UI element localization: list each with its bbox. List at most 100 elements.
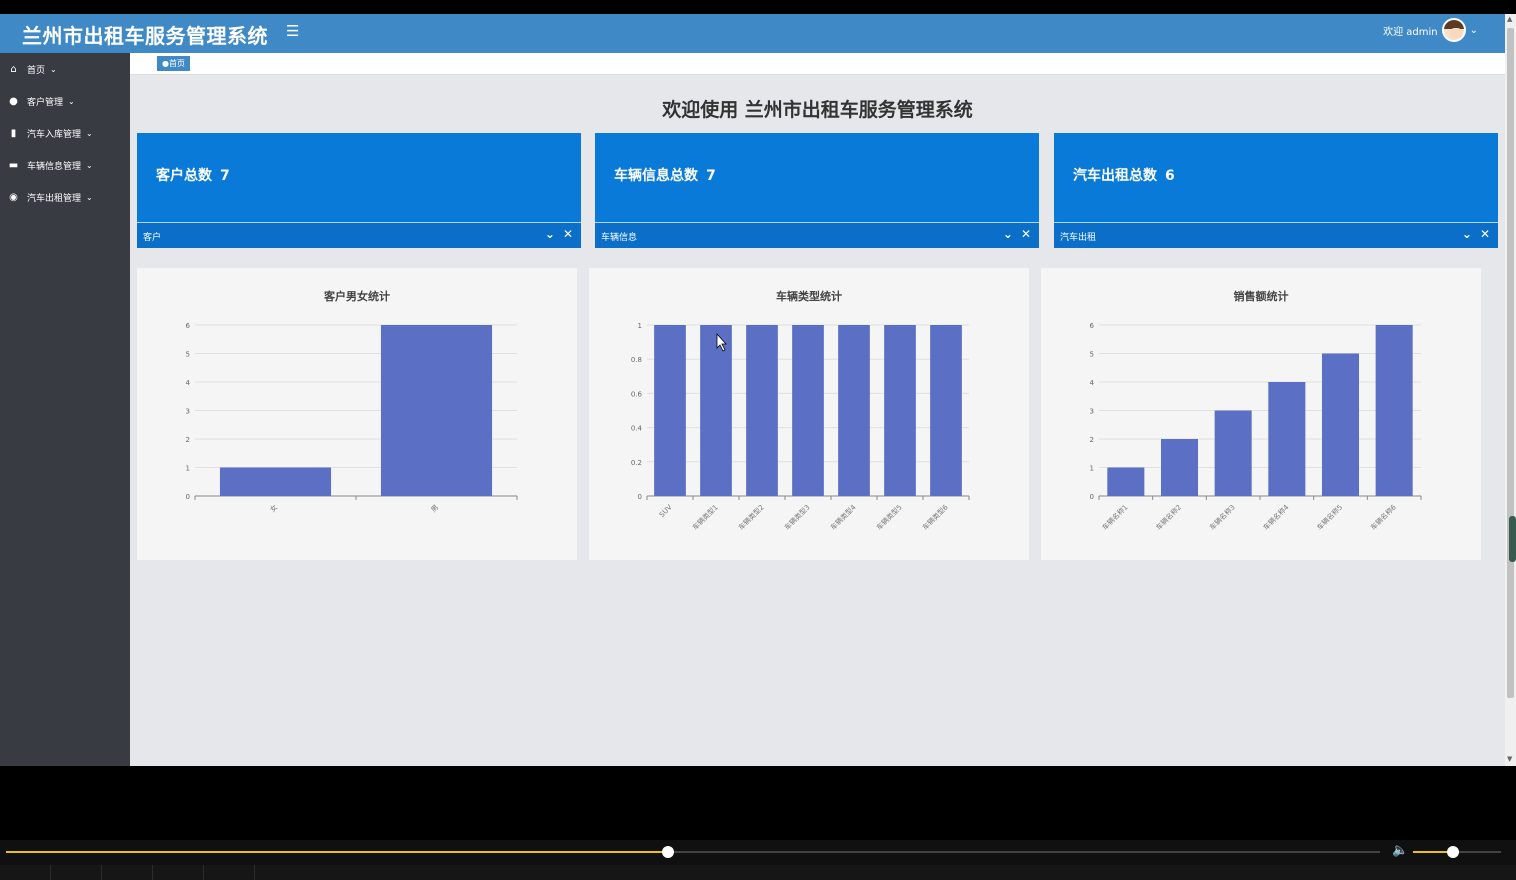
card-count: 车辆信息总数 7 [614, 168, 716, 184]
user-greeting: 欢迎 admin [1383, 26, 1438, 38]
sidebar-item-customers[interactable]: ● 客户管理 ⌄ [0, 85, 130, 117]
breadcrumb-home[interactable]: ●首页 [157, 56, 190, 71]
sidebar: ⌂ 首页 ⌄ ● 客户管理 ⌄ ▮ 汽车入库管理 ⌄ ▬ 车辆信息管理 ⌄ ◉ … [0, 53, 130, 766]
sidebar-item-label: 车辆信息管理 [27, 161, 82, 172]
chevron-down-icon: ⌄ [86, 128, 93, 138]
sidebar-item-home[interactable]: ⌂ 首页 ⌄ [0, 53, 130, 85]
cursor-icon [716, 332, 727, 352]
y-tick-label: 1 [1090, 465, 1094, 473]
id-card-icon: ▬ [8, 159, 19, 171]
scroll-down-icon[interactable]: ▼ [1507, 755, 1512, 763]
gender-chart: 0 1 2 3 4 5 6 女 男 [186, 322, 518, 514]
volume-icon[interactable]: 🔈 [1392, 843, 1408, 858]
chevron-down-icon[interactable]: ⌄ [1003, 227, 1013, 241]
side-handle[interactable] [1509, 516, 1516, 562]
chart-panel-gender: 客户男女统计 0123456女男 [137, 268, 577, 560]
app-window: 兰州市出租车服务管理系统 ☰ 欢迎 admin ⌄ ⌂ 首页 ⌄ ● 客户管理 … [0, 14, 1516, 766]
chevron-down-icon: ⌄ [86, 160, 93, 170]
seek-knob[interactable] [662, 846, 675, 858]
x-tick-label: 车辆名称3 [1208, 503, 1237, 532]
chevron-down-icon: ⌄ [1469, 24, 1478, 36]
close-icon[interactable]: ✕ [1480, 227, 1490, 241]
sidebar-item-label: 首页 [27, 65, 46, 76]
y-tick-label: 5 [1090, 351, 1094, 359]
chevron-down-icon: ⌄ [86, 192, 93, 202]
menu-icon[interactable]: ☰ [286, 23, 300, 39]
x-tick-label: 车辆名称4 [1261, 502, 1291, 532]
scroll-up-icon[interactable]: ▲ [1507, 15, 1512, 23]
y-tick-label: 3 [1090, 408, 1094, 416]
page-scrollbar[interactable]: ▲ ▼ [1505, 14, 1516, 766]
bar [380, 325, 493, 496]
x-tick-label: 男 [430, 503, 441, 514]
seek-bar[interactable] [6, 846, 1380, 858]
main-content: ●首页 欢迎使用 兰州市出租车服务管理系统 客户总数 7 客户 ⌄ ✕ 车辆信息总数… [130, 53, 1505, 766]
sidebar-item-vehicle-info[interactable]: ▬ 车辆信息管理 ⌄ [0, 149, 130, 181]
y-tick-label: 6 [1090, 322, 1095, 330]
x-tick-label: 车辆名称5 [1315, 503, 1344, 532]
sidebar-item-label: 汽车出租管理 [27, 193, 82, 204]
x-tick-label: 女 [268, 503, 279, 514]
y-tick-label: 1 [186, 465, 190, 473]
circle-icon: ◉ [9, 191, 18, 203]
user-icon: ● [9, 95, 18, 107]
x-tick-label: 车辆名称1 [1100, 503, 1129, 532]
y-tick-label: 4 [1090, 379, 1095, 387]
card-footer-label: 车辆信息 [601, 233, 638, 243]
sidebar-item-stock-in[interactable]: ▮ 汽车入库管理 ⌄ [0, 117, 130, 149]
chevron-down-icon[interactable]: ⌄ [1462, 227, 1472, 241]
sidebar-item-rental[interactable]: ◉ 汽车出租管理 ⌄ [0, 181, 130, 213]
seek-progress [6, 851, 669, 853]
taskbar-slot[interactable] [204, 865, 255, 880]
volume-knob[interactable] [1446, 846, 1459, 858]
stat-card-customers: 客户总数 7 客户 ⌄ ✕ [137, 133, 581, 248]
x-tick-label: 车辆名称6 [1369, 502, 1399, 532]
bar [1375, 325, 1413, 496]
card-footer: 车辆信息 ⌄ ✕ [595, 222, 1039, 248]
sidebar-item-label: 汽车入库管理 [27, 129, 82, 140]
close-icon[interactable]: ✕ [563, 227, 573, 241]
x-tick-label: 车辆名称2 [1154, 503, 1183, 532]
chart-panel-sales: 销售额统计 0 1 2 3 4 5 6 车辆名称1 车辆名称2 车辆名称3 车辆名称4 车辆名称5 车辆… [1041, 268, 1481, 560]
scroll-thumb[interactable] [1507, 28, 1514, 698]
bar [1321, 353, 1360, 496]
sidebar-item-label: 客户管理 [27, 97, 64, 108]
chart-panel-vehicle-type: 车辆类型统计 0 0.2 0.4 0.6 0.8 1 SUV 车辆类型1 车辆类型2 车辆类型3 车… [589, 268, 1029, 560]
taskbar-slot[interactable] [0, 865, 51, 880]
top-header: 兰州市出租车服务管理系统 ☰ 欢迎 admin ⌄ [0, 14, 1516, 53]
y-tick-label: 0 [1090, 493, 1094, 501]
sales-chart: 0 1 2 3 4 5 6 车辆名称1 车辆名称2 车辆名称3 车辆名称4 车辆名称5 车辆名称6 [1090, 322, 1422, 532]
taskbar-slot[interactable] [51, 865, 102, 880]
taskbar-slot[interactable] [102, 865, 153, 880]
y-tick-label: 4 [186, 379, 191, 387]
card-footer: 汽车出租 ⌄ ✕ [1054, 222, 1498, 248]
chevron-down-icon[interactable]: ⌄ [545, 227, 555, 241]
y-tick-label: 6 [186, 322, 191, 330]
card-footer: 客户 ⌄ ✕ [137, 222, 581, 248]
card-footer-label: 客户 [143, 233, 162, 243]
bar [219, 467, 332, 496]
y-tick-label: 3 [186, 408, 190, 416]
taskbar-slot[interactable] [153, 865, 204, 880]
close-icon[interactable]: ✕ [1021, 227, 1031, 241]
page-title: 欢迎使用 兰州市出租车服务管理系统 [662, 99, 973, 121]
y-tick-label: 5 [186, 351, 190, 359]
chevron-down-icon: ⌄ [50, 64, 57, 74]
stat-card-vehicles: 车辆信息总数 7 车辆信息 ⌄ ✕ [595, 133, 1039, 248]
breadcrumb: ●首页 [130, 53, 1505, 75]
bar [1268, 382, 1306, 496]
volume-slider[interactable] [1413, 846, 1501, 858]
bar [1214, 410, 1252, 496]
avatar[interactable] [1441, 18, 1466, 42]
user-menu[interactable]: 欢迎 admin ⌄ [1383, 18, 1478, 42]
card-count: 汽车出租总数 6 [1073, 168, 1175, 184]
card-footer-label: 汽车出租 [1060, 233, 1097, 243]
columns-icon: ▮ [10, 127, 17, 139]
home-icon: ⌂ [10, 63, 17, 75]
y-tick-label: 2 [1090, 436, 1094, 444]
taskbar [0, 865, 1516, 880]
y-tick-label: 0 [186, 493, 190, 501]
y-tick-label: 2 [186, 436, 190, 444]
chevron-down-icon: ⌄ [68, 96, 75, 106]
stat-card-rentals: 汽车出租总数 6 汽车出租 ⌄ ✕ [1054, 133, 1498, 248]
